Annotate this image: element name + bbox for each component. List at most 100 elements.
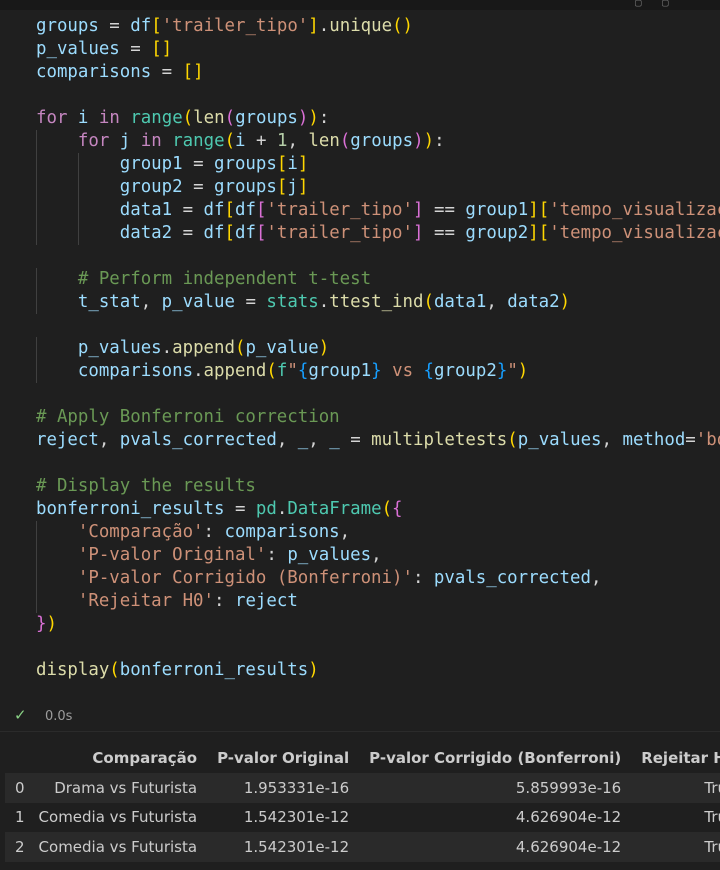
column-header-p-corrigido: P-valor Corrigido (Bonferroni) — [359, 743, 632, 773]
code-token: data1 — [119, 200, 173, 220]
code-token: 'bonferroni' — [695, 430, 720, 450]
indent-guide — [36, 130, 37, 153]
code-token: , — [276, 430, 298, 450]
code-token: == — [423, 200, 466, 220]
code-token: } — [496, 361, 508, 381]
code-token: ( — [182, 108, 194, 128]
code-token: = — [172, 200, 204, 220]
column-header-index — [5, 743, 29, 773]
code-token: data1 — [433, 292, 487, 312]
code-token: ) — [559, 292, 571, 312]
code-token: bonferroni_results — [119, 660, 309, 680]
code-token: ] — [528, 223, 539, 243]
code-token: : — [203, 522, 225, 542]
code-token: len — [308, 131, 340, 151]
code-token: 'trailer_tipo' — [266, 223, 414, 243]
code-token: range — [130, 108, 183, 128]
code-token: . — [318, 292, 330, 312]
code-token: [] — [182, 62, 204, 82]
check-icon: ✓ — [14, 706, 27, 724]
code-token: display — [36, 660, 110, 680]
indent-guide — [36, 544, 37, 567]
code-line: groups = df['trailer_tipo'].unique() — [0, 15, 720, 38]
toolbar-icon[interactable]: ▢ — [662, 0, 669, 9]
cell-comparacao: Drama vs Futurista — [54, 778, 198, 797]
code-token: ] — [528, 200, 539, 220]
indent-guide — [36, 268, 37, 291]
code-token: [ — [538, 200, 550, 220]
code-line: for j in range(i + 1, len(groups)): — [0, 130, 720, 153]
code-token: df — [203, 223, 225, 243]
code-token: 'Rejeitar H0' — [77, 591, 215, 611]
code-token: ( — [381, 499, 393, 519]
column-header-rejeitar: Rejeitar H0 — [631, 743, 720, 773]
code-token: } — [36, 614, 47, 634]
code-token: = — [119, 39, 152, 59]
indent-guide — [36, 199, 37, 222]
code-editor[interactable]: groups = df['trailer_tipo'].unique() p_va… — [0, 15, 720, 695]
code-line: 'Comparação': comparisons, — [0, 521, 720, 544]
row-index: 2 — [15, 837, 25, 856]
execution-time: 0.0s — [45, 709, 73, 724]
code-token: groups — [235, 108, 298, 128]
code-line: reject, pvals_corrected, _, _ = multiple… — [0, 429, 720, 452]
indent-guide — [36, 590, 37, 613]
indent-guide — [36, 360, 37, 383]
code-line: 'P-valor Original': p_values, — [0, 544, 720, 567]
code-token: [ — [255, 223, 267, 243]
code-token: p_values — [287, 545, 372, 565]
code-token: len — [193, 108, 225, 128]
indent-guide — [36, 567, 37, 590]
code-token: group1 — [465, 200, 529, 220]
code-token: p_values — [77, 338, 162, 358]
code-token: group2 — [434, 361, 497, 381]
code-token: [ — [224, 223, 235, 243]
code-token: for — [77, 131, 110, 151]
code-token: ttest_ind — [329, 292, 424, 312]
code-token: = — [98, 16, 131, 36]
code-token: ) — [318, 338, 330, 358]
code-token: { — [392, 499, 403, 519]
code-token: group2 — [465, 223, 529, 243]
row-index: 0 — [15, 778, 25, 797]
code-token: [ — [276, 177, 288, 197]
cell-comparacao: Comedia vs Futurista — [38, 837, 198, 856]
code-token: ] — [413, 223, 424, 243]
code-line: # Apply Bonferroni correction — [0, 406, 720, 429]
code-token: data2 — [119, 223, 173, 243]
code-token: ( — [234, 338, 246, 358]
code-token: _ — [329, 430, 340, 450]
column-header-comparacao: Comparação — [28, 743, 208, 773]
code-line: comparisons = [] — [0, 61, 720, 84]
code-token: _ — [297, 430, 309, 450]
code-token: . — [318, 16, 330, 36]
toolbar-icon[interactable]: ▢ — [635, 0, 642, 9]
code-token: method — [622, 430, 686, 450]
code-token: ) — [413, 131, 424, 151]
code-line: # Display the results — [0, 475, 720, 498]
code-token: [] — [151, 39, 173, 59]
bonferroni-results-table: Comparação P-valor Original P-valor Corr… — [5, 743, 720, 862]
code-token: ( — [266, 361, 277, 381]
code-token: 'tempo_visualizacao' — [549, 223, 720, 243]
code-token: : — [266, 545, 288, 565]
code-token: ) — [46, 614, 57, 634]
code-line: data2 = df[df['trailer_tipo'] == group2]… — [0, 222, 720, 245]
code-token: ( — [423, 292, 434, 312]
code-line: 'P-valor Corrigido (Bonferroni)': pvals_… — [0, 567, 720, 590]
code-token: 'trailer_tipo' — [161, 16, 309, 36]
table-row: 2 Comedia vs Futurista 1.542301e-12 4.62… — [5, 832, 720, 862]
code-token: , — [371, 545, 382, 565]
code-token: [ — [151, 16, 162, 36]
code-token: groups — [36, 16, 99, 36]
indent-guide — [77, 199, 79, 222]
